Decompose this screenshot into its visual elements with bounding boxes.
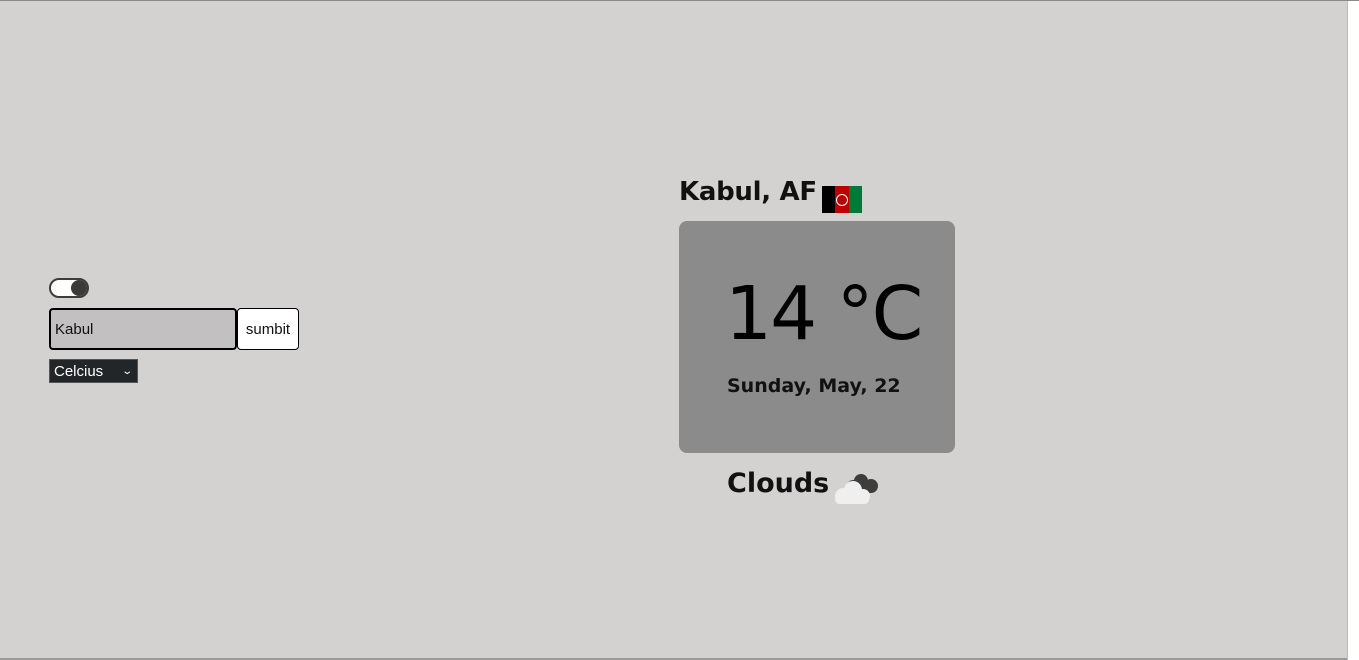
temperature-value: 14 °C xyxy=(725,271,923,357)
afghanistan-flag-icon xyxy=(822,186,862,213)
date-label: Sunday, May, 22 xyxy=(727,375,901,397)
chevron-down-icon: ⌄ xyxy=(120,365,133,377)
unit-select-value: Celcius xyxy=(54,362,104,380)
submit-button[interactable]: sumbit xyxy=(237,308,299,350)
toggle-knob xyxy=(71,280,87,296)
weather-app-page: sumbit Celcius ⌄ Kabul, AF 14 °C Sunday,… xyxy=(0,0,1359,660)
theme-toggle[interactable] xyxy=(49,278,89,298)
scrollbar[interactable] xyxy=(1347,1,1359,660)
weather-card: 14 °C Sunday, May, 22 xyxy=(679,221,955,453)
unit-select[interactable]: Celcius ⌄ xyxy=(49,359,138,383)
weather-condition: Clouds xyxy=(727,468,830,499)
cloud-icon xyxy=(835,474,878,504)
location-title: Kabul, AF xyxy=(679,177,817,207)
city-search-input[interactable] xyxy=(49,308,237,350)
